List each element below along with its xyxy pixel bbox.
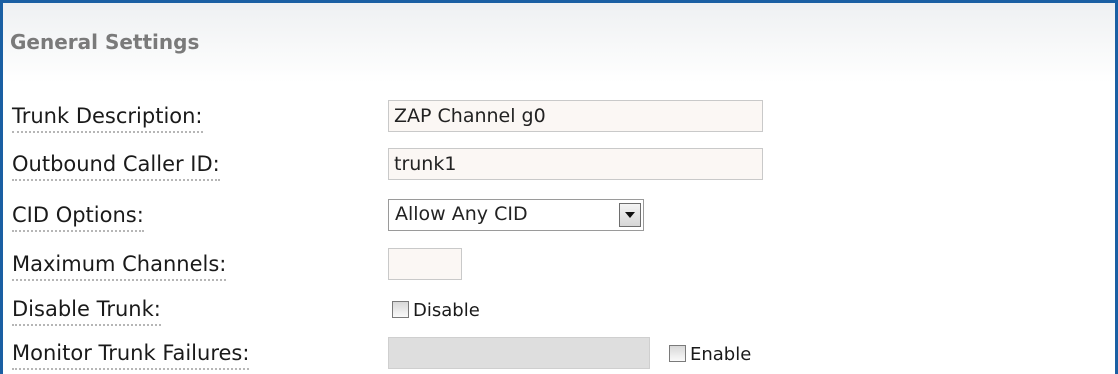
monitor-trunk-failures-label: Monitor Trunk Failures: [12,340,250,370]
outbound-caller-id-input[interactable] [388,148,763,180]
monitor-trunk-failures-checkbox-label[interactable]: Enable [690,344,751,365]
maximum-channels-input[interactable] [388,248,462,280]
settings-panel: General Settings Trunk Description: Outb… [0,0,1118,374]
section-header: General Settings [3,3,1115,83]
trunk-description-label: Trunk Description: [12,103,203,133]
trunk-description-row: Trunk Description: [3,100,1115,136]
monitor-trunk-failures-checkbox[interactable] [669,345,686,362]
maximum-channels-row: Maximum Channels: [3,248,1115,284]
trunk-description-input[interactable] [388,100,763,132]
monitor-trunk-failures-input [388,337,650,369]
disable-trunk-row: Disable Trunk: Disable [3,293,1115,329]
cid-options-label: CID Options: [12,202,144,232]
disable-trunk-checkbox[interactable] [392,301,409,318]
chevron-down-icon[interactable] [619,203,641,227]
monitor-trunk-failures-row: Monitor Trunk Failures: Enable [3,337,1115,373]
cid-options-select[interactable]: Allow Any CID [388,199,644,231]
outbound-caller-id-label: Outbound Caller ID: [12,151,220,181]
disable-trunk-label: Disable Trunk: [12,296,161,326]
chevron-down-icon-glyph [625,212,635,218]
cid-options-selected-value: Allow Any CID [395,203,528,225]
disable-trunk-checkbox-label[interactable]: Disable [413,300,480,321]
outbound-caller-id-row: Outbound Caller ID: [3,148,1115,184]
section-title: General Settings [10,30,200,54]
cid-options-row: CID Options: Allow Any CID [3,199,1115,235]
maximum-channels-label: Maximum Channels: [12,251,227,281]
